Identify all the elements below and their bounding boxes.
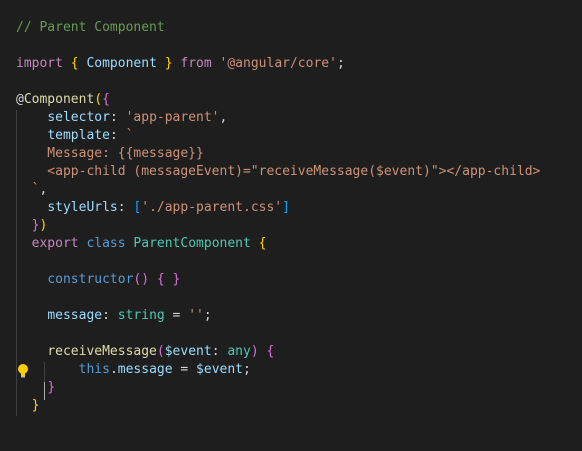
code-token: `: [16, 182, 40, 197]
code-token: $event: [164, 344, 212, 359]
code-token: {: [266, 344, 275, 359]
code-token: ): [250, 344, 259, 359]
code-token: string: [117, 308, 165, 323]
code-token: {: [102, 92, 110, 107]
code-token: styleUrls: [47, 200, 118, 215]
code-token: ;: [203, 308, 212, 323]
code-token: selector: [47, 110, 110, 125]
code-line[interactable]: <app-child (messageEvent)="receiveMessag…: [16, 163, 540, 181]
code-token: constructor: [47, 272, 134, 287]
code-token: ,: [219, 110, 228, 125]
code-token: ,: [39, 182, 48, 197]
code-token: $event: [196, 362, 244, 377]
code-token: }: [164, 56, 173, 71]
code-token: =: [164, 308, 189, 323]
code-token: @: [16, 92, 24, 107]
code-token: // Parent Component: [16, 20, 165, 35]
code-token: ): [39, 218, 48, 233]
code-token: class: [86, 236, 126, 251]
code-token: message: [47, 308, 103, 323]
code-line[interactable]: message: string = '';: [16, 307, 212, 325]
code-token: import: [16, 56, 63, 71]
code-token: Component: [86, 56, 157, 71]
code-line[interactable]: styleUrls: ['./app-parent.css']: [16, 199, 290, 217]
code-editor[interactable]: // Parent Component import { Component } …: [0, 0, 582, 451]
code-line[interactable]: import { Component } from '@angular/core…: [16, 55, 345, 73]
code-token: receiveMessage: [47, 344, 157, 359]
code-token: {: [156, 272, 165, 287]
code-token: '@angular/core': [219, 56, 337, 71]
code-token: =: [172, 362, 197, 377]
code-token: :: [117, 200, 134, 215]
code-token: ParentComponent: [133, 236, 251, 251]
code-token: export: [31, 236, 79, 251]
code-token: Component: [23, 92, 95, 107]
code-token: template: [47, 128, 110, 143]
code-token: {: [70, 56, 79, 71]
code-token: from: [180, 56, 212, 71]
code-line[interactable]: receiveMessage($event: any) {: [16, 343, 274, 361]
code-token: {: [258, 236, 267, 251]
code-token: (: [94, 92, 103, 107]
code-token: }: [47, 380, 56, 395]
code-token: message: [117, 362, 173, 377]
code-token: .: [109, 362, 118, 377]
code-token: (: [156, 344, 165, 359]
code-token: '': [188, 308, 204, 323]
code-token: ;: [243, 362, 251, 377]
code-token: './app-parent.css': [141, 200, 283, 215]
code-token: :: [211, 344, 228, 359]
code-line[interactable]: template: `: [16, 127, 133, 145]
code-line[interactable]: `,: [16, 181, 48, 199]
code-line[interactable]: constructor() { }: [16, 271, 180, 289]
code-line[interactable]: // Parent Component: [16, 19, 165, 37]
code-line[interactable]: }): [16, 217, 48, 235]
code-line[interactable]: }: [16, 379, 55, 397]
code-line[interactable]: Message: {{message}}: [16, 145, 204, 163]
code-line[interactable]: selector: 'app-parent',: [16, 109, 227, 127]
code-token: 'app-parent': [125, 110, 220, 125]
code-token: any: [227, 344, 251, 359]
code-token: :: [109, 110, 126, 125]
code-token: <app-child (messageEvent)="receiveMessag…: [16, 164, 541, 179]
code-line[interactable]: this.message = $event;: [16, 361, 251, 379]
code-token: Message: {{message}}: [16, 146, 204, 161]
code-line[interactable]: export class ParentComponent {: [16, 235, 267, 253]
code-line[interactable]: }: [16, 397, 40, 415]
code-token: `: [125, 128, 134, 143]
code-token: ]: [282, 200, 290, 215]
code-token: :: [102, 308, 118, 323]
code-token: }: [31, 398, 40, 413]
code-line[interactable]: @Component({: [16, 91, 110, 109]
code-token: }: [172, 272, 181, 287]
code-token: (): [133, 272, 150, 287]
code-token: ;: [336, 56, 345, 71]
code-token: this: [78, 362, 110, 377]
code-token: :: [109, 128, 126, 143]
